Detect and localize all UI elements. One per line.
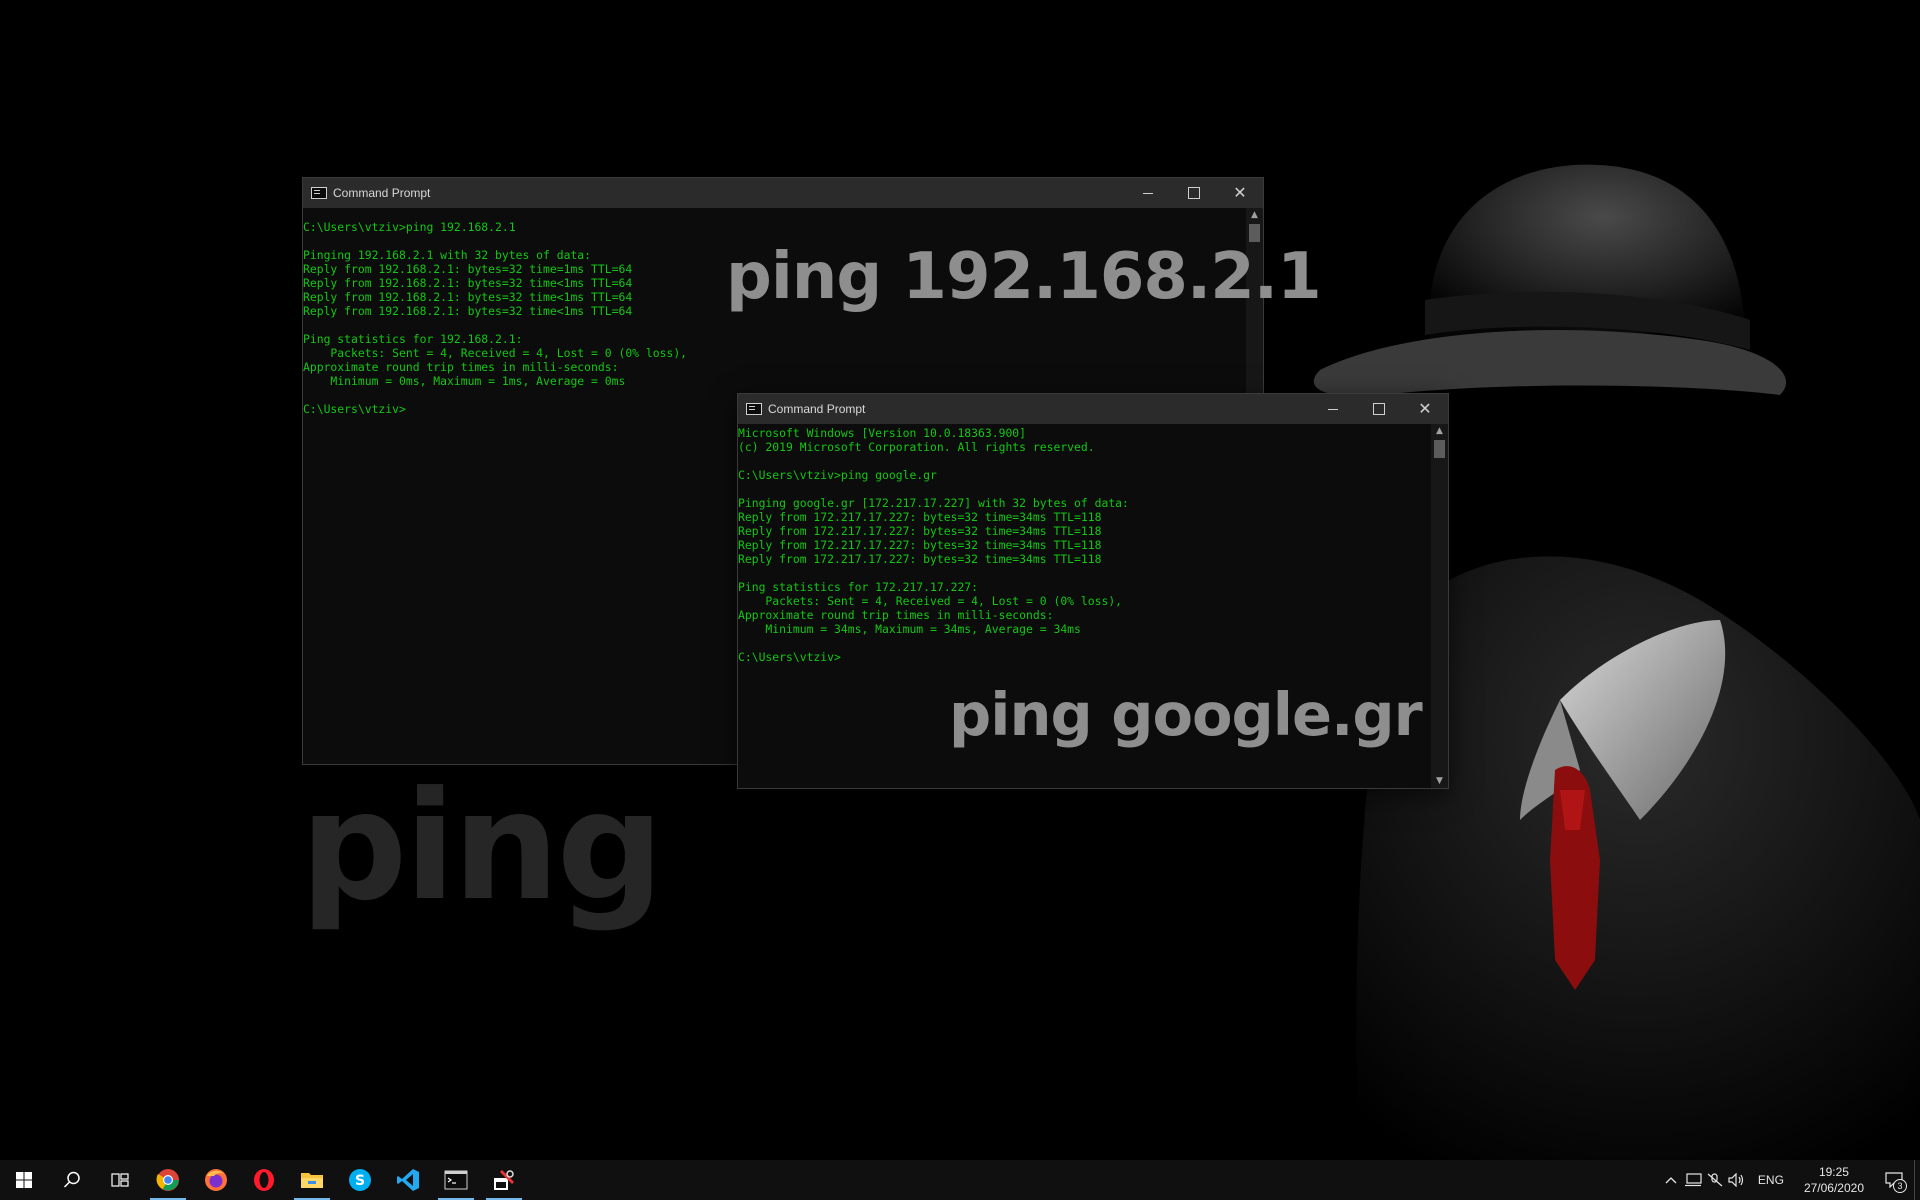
taskbar-file-explorer[interactable]	[288, 1160, 336, 1200]
network-button[interactable]	[1682, 1160, 1704, 1200]
start-button[interactable]	[0, 1160, 48, 1200]
scroll-up-icon[interactable]: ▲	[1246, 208, 1263, 222]
command-prompt-icon	[746, 403, 762, 415]
console-line: Minimum = 34ms, Maximum = 34ms, Average …	[738, 622, 1081, 636]
search-icon	[63, 1171, 80, 1188]
firefox-icon	[205, 1169, 227, 1191]
task-view-button[interactable]	[96, 1160, 144, 1200]
console-line: Reply from 172.217.17.227: bytes=32 time…	[738, 524, 1102, 538]
maximize-button[interactable]	[1356, 394, 1402, 424]
action-center-button[interactable]: 3	[1874, 1160, 1914, 1200]
console-line: Ping statistics for 192.168.2.1:	[303, 332, 523, 346]
close-button[interactable]: ✕	[1402, 394, 1448, 424]
taskbar-chrome[interactable]	[144, 1160, 192, 1200]
command-prompt-icon	[311, 187, 327, 199]
task-view-icon	[111, 1173, 129, 1187]
console-line: Ping statistics for 172.217.17.227:	[738, 580, 979, 594]
console-line: Reply from 172.217.17.227: bytes=32 time…	[738, 510, 1102, 524]
taskbar-vscode[interactable]	[384, 1160, 432, 1200]
volume-button[interactable]	[1726, 1160, 1748, 1200]
chrome-icon	[156, 1169, 179, 1191]
opera-icon	[254, 1169, 274, 1191]
window-2-titlebar[interactable]: Command Prompt ✕	[738, 394, 1448, 424]
clock-button[interactable]: 19:25 27/06/2020	[1794, 1164, 1874, 1196]
start-icon	[16, 1172, 32, 1188]
clock-time: 19:25	[1818, 1165, 1849, 1179]
notification-count-badge: 3	[1893, 1179, 1907, 1193]
console-line: C:\Users\vtziv>ping google.gr	[738, 468, 937, 482]
taskbar-skype[interactable]: S	[336, 1160, 384, 1200]
vscode-icon	[397, 1169, 419, 1191]
mic-muted-icon	[1707, 1173, 1723, 1187]
show-hidden-icons-button[interactable]	[1660, 1160, 1682, 1200]
clock-date: 27/06/2020	[1803, 1181, 1864, 1195]
console-line: Microsoft Windows [Version 10.0.18363.90…	[738, 426, 1027, 440]
console-line: C:\Users\vtziv>	[738, 650, 841, 664]
window-1-titlebar[interactable]: Command Prompt ✕	[303, 178, 1263, 208]
caption-ping-large: ping	[300, 760, 664, 934]
volume-icon	[1728, 1173, 1744, 1187]
skype-icon: S	[349, 1169, 371, 1191]
console-line: Packets: Sent = 4, Received = 4, Lost = …	[303, 346, 688, 360]
console-line: Pinging google.gr [172.217.17.227] with …	[738, 496, 1129, 510]
minimize-button[interactable]	[1125, 178, 1171, 208]
snipping-tool-icon	[494, 1170, 514, 1190]
window-2-title: Command Prompt	[768, 402, 866, 416]
scroll-up-icon[interactable]: ▲	[1431, 424, 1448, 438]
svg-text:S: S	[355, 1173, 365, 1189]
console-line: Minimum = 0ms, Maximum = 1ms, Average = …	[303, 374, 626, 388]
command-prompt-icon	[444, 1170, 468, 1190]
console-line: Packets: Sent = 4, Received = 4, Lost = …	[738, 594, 1123, 608]
console-line: (c) 2019 Microsoft Corporation. All righ…	[738, 440, 1095, 454]
system-tray: ENG 19:25 27/06/2020 3	[1660, 1160, 1920, 1200]
console-line: Reply from 172.217.17.227: bytes=32 time…	[738, 552, 1102, 566]
minimize-button[interactable]	[1310, 394, 1356, 424]
close-button[interactable]: ✕	[1217, 178, 1263, 208]
taskbar-command-prompt[interactable]	[432, 1160, 480, 1200]
chevron-up-icon	[1665, 1177, 1677, 1184]
scroll-thumb[interactable]	[1434, 440, 1445, 458]
caption-ping-google: ping google.gr	[949, 680, 1423, 749]
search-button[interactable]	[48, 1160, 96, 1200]
console-line: Approximate round trip times in milli-se…	[738, 608, 1054, 622]
vertical-scrollbar[interactable]: ▲ ▼	[1431, 424, 1448, 788]
caption-ping-ip: ping 192.168.2.1	[726, 240, 1322, 314]
console-line: C:\Users\vtziv>ping 192.168.2.1	[303, 220, 516, 234]
maximize-button[interactable]	[1171, 178, 1217, 208]
taskbar: S ENG 19:25 27/06/2020 3	[0, 1160, 1920, 1200]
network-icon	[1684, 1173, 1702, 1187]
scroll-down-icon[interactable]: ▼	[1431, 774, 1448, 788]
console-line: Approximate round trip times in milli-se…	[303, 360, 619, 374]
taskbar-firefox[interactable]	[192, 1160, 240, 1200]
input-language-button[interactable]: ENG	[1748, 1173, 1794, 1187]
console-line: Reply from 172.217.17.227: bytes=32 time…	[738, 538, 1102, 552]
window-1-title: Command Prompt	[333, 186, 431, 200]
file-explorer-icon	[301, 1173, 323, 1188]
mic-button[interactable]	[1704, 1160, 1726, 1200]
taskbar-opera[interactable]	[240, 1160, 288, 1200]
show-desktop-button[interactable]	[1914, 1160, 1920, 1200]
taskbar-snipping-tool[interactable]	[480, 1160, 528, 1200]
